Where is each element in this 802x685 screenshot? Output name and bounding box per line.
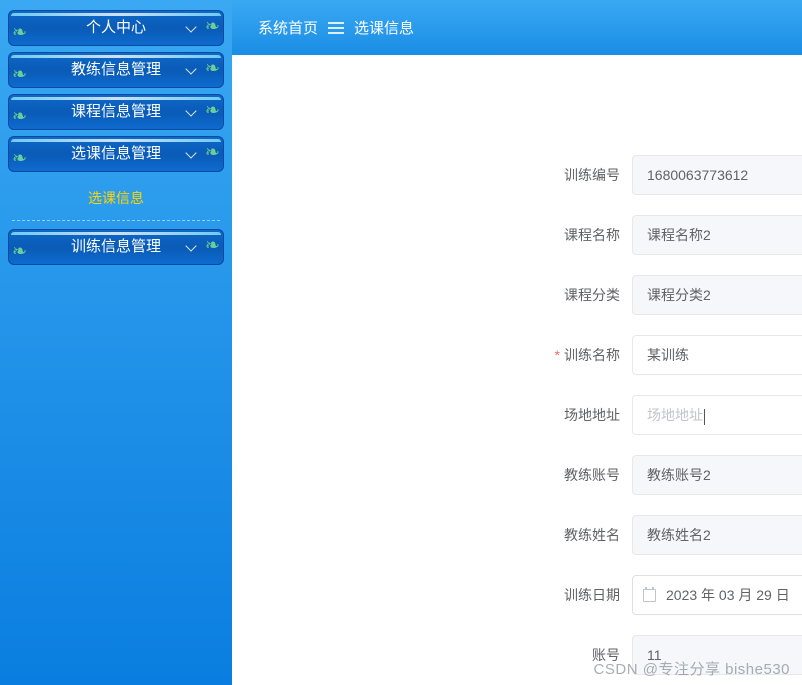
form-row-course-category: 课程分类 课程分类2 <box>232 265 802 325</box>
training-id-field[interactable]: 1680063773612 <box>632 155 802 195</box>
sidebar-item-label: 教练信息管理 <box>71 61 161 78</box>
field-label: 场地地址 <box>232 405 632 425</box>
form-row-coach-account: 教练账号 教练账号2 <box>232 445 802 505</box>
sidebar-item-personal-center[interactable]: ❧ 个人中心 ❧ <box>8 10 224 46</box>
training-date-picker[interactable]: 2023 年 03 月 29 日 <box>632 575 802 615</box>
training-name-input[interactable]: 某训练 <box>632 335 802 375</box>
text-cursor-icon <box>704 409 705 425</box>
leaf-decor-icon: ❧ <box>12 15 27 46</box>
form-row-training-id: 训练编号 1680063773612 <box>232 145 802 205</box>
field-label: 课程名称 <box>232 225 632 245</box>
date-value: 2023 年 03 月 29 日 <box>666 585 790 605</box>
coach-name-field[interactable]: 教练姓名2 <box>632 515 802 555</box>
leaf-decor-icon: ❧ <box>12 141 27 172</box>
leaf-decor-icon: ❧ <box>205 94 220 127</box>
chevron-down-icon <box>185 240 196 251</box>
sidebar-item-label: 训练信息管理 <box>71 238 161 255</box>
form-row-training-name: *训练名称 某训练 <box>232 325 802 385</box>
form-row-venue-address: 场地地址 场地地址 <box>232 385 802 445</box>
sidebar-item-label: 课程信息管理 <box>71 103 161 120</box>
sidebar-item-course-info[interactable]: ❧ 课程信息管理 ❧ <box>8 94 224 130</box>
sidebar: ❧ 个人中心 ❧ ❧ 教练信息管理 ❧ ❧ 课程信息管理 ❧ ❧ 选课信息管理 … <box>0 0 232 685</box>
breadcrumb-current: 选课信息 <box>354 17 414 38</box>
leaf-decor-icon: ❧ <box>205 229 220 262</box>
sidebar-item-label: 选课信息管理 <box>71 145 161 162</box>
form-row-training-date: 训练日期 2023 年 03 月 29 日 <box>232 565 802 625</box>
menu-toggle-icon[interactable] <box>328 22 344 34</box>
course-name-field[interactable]: 课程名称2 <box>632 215 802 255</box>
field-label: 课程分类 <box>232 285 632 305</box>
sidebar-subitem-select-course-info[interactable]: 选课信息 <box>12 178 220 221</box>
field-label: 账号 <box>232 645 632 665</box>
field-label: 训练日期 <box>232 585 632 605</box>
breadcrumb-home[interactable]: 系统首页 <box>258 17 318 38</box>
topbar: 系统首页 选课信息 <box>232 0 802 55</box>
field-label: 训练编号 <box>232 165 632 185</box>
leaf-decor-icon: ❧ <box>12 57 27 88</box>
sidebar-item-training-info[interactable]: ❧ 训练信息管理 ❧ <box>8 229 224 265</box>
chevron-down-icon <box>185 63 196 74</box>
coach-account-field[interactable]: 教练账号2 <box>632 455 802 495</box>
field-label: 教练姓名 <box>232 525 632 545</box>
leaf-decor-icon: ❧ <box>205 52 220 85</box>
sidebar-subitem-label: 选课信息 <box>88 190 144 206</box>
leaf-decor-icon: ❧ <box>205 10 220 43</box>
chevron-down-icon <box>185 147 196 158</box>
calendar-icon <box>643 589 656 602</box>
leaf-decor-icon: ❧ <box>12 234 27 265</box>
form-row-course-name: 课程名称 课程名称2 <box>232 205 802 265</box>
sidebar-item-label: 个人中心 <box>86 19 146 36</box>
chevron-down-icon <box>185 105 196 116</box>
sidebar-item-select-course[interactable]: ❧ 选课信息管理 ❧ <box>8 136 224 172</box>
leaf-decor-icon: ❧ <box>12 99 27 130</box>
field-label: *训练名称 <box>232 345 632 365</box>
account-field[interactable]: 11 <box>632 635 802 675</box>
form-row-account: 账号 11 <box>232 625 802 685</box>
leaf-decor-icon: ❧ <box>205 136 220 169</box>
course-category-field[interactable]: 课程分类2 <box>632 275 802 315</box>
form: 训练编号 1680063773612 课程名称 课程名称2 课程分类 课程分类2… <box>232 55 802 685</box>
sidebar-item-coach-info[interactable]: ❧ 教练信息管理 ❧ <box>8 52 224 88</box>
field-label: 教练账号 <box>232 465 632 485</box>
chevron-down-icon <box>185 21 196 32</box>
form-row-coach-name: 教练姓名 教练姓名2 <box>232 505 802 565</box>
venue-address-input[interactable]: 场地地址 <box>632 395 802 435</box>
main-panel: 系统首页 选课信息 训练编号 1680063773612 课程名称 课程名称2 … <box>232 0 802 685</box>
